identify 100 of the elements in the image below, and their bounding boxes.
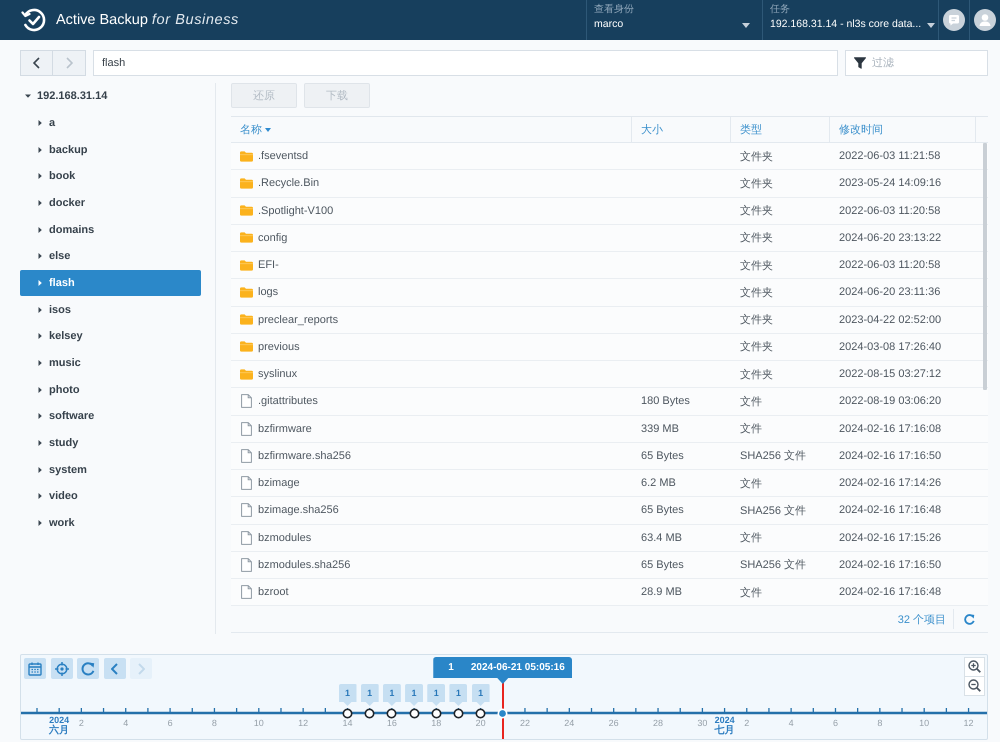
tree-item[interactable]: book [20,162,201,190]
tree-item[interactable]: 192.168.31.14 [20,83,201,110]
snapshot-time: 2024-06-21 05:05:16 [470,662,565,673]
snapshot-dot-icon[interactable] [408,708,420,718]
table-cell-text: 339 MB [640,422,680,437]
table-cell-text: 2022-06-03 11:20:58 [838,204,942,219]
axis-label: 18 [431,718,442,728]
table-cell-text: 6.2 MB [640,476,677,492]
filter-field[interactable]: 过滤 [845,50,988,76]
chevron-left-icon [111,662,118,674]
snapshot-dot-icon[interactable] [386,708,398,718]
tree-item[interactable]: system [20,456,201,483]
dropdown[interactable]: 192.168.31.14 - nl3s core data... [770,16,926,32]
tree-item[interactable]: domains [20,216,201,243]
table-cell-text: 2024-06-20 23:11:36 [838,285,942,300]
file-icon [241,530,252,545]
table-cell-text: 180 Bytes [640,394,691,410]
table-cell-text: 文件 [739,422,763,438]
chevron-left-icon [33,57,40,69]
folder-icon [240,260,253,271]
year-label: 2024 [714,716,735,725]
count-badge: 1 [405,684,424,706]
locate-button[interactable] [50,658,72,679]
calendar-button[interactable] [24,658,46,679]
filter-icon [854,57,866,69]
file-icon [241,394,252,408]
tree-item[interactable]: photo [20,376,201,403]
tree-item[interactable]: work [20,510,201,536]
table-cell-text: 2023-04-22 02:52:00 [838,312,942,328]
snapshot-dot-icon[interactable] [452,708,464,718]
tree-item[interactable]: docker [20,190,201,216]
table-cell-text: 2024-02-16 17:16:08 [838,422,942,437]
tree-item[interactable]: else [20,242,201,270]
tree-item[interactable]: kelsey [20,322,201,350]
axis-label: 16 [386,718,397,728]
refresh-icon [81,662,95,676]
folder-icon [240,150,253,162]
table-cell-text: SHA256 文件 [739,504,808,519]
table-cell: config [258,232,288,244]
axis-label: 14 [342,718,353,728]
axis-label: 20 [476,718,486,728]
tree-item[interactable]: flash [20,270,201,296]
table-cell-text: 文件 [739,586,763,601]
tree-item[interactable]: isos [20,296,201,323]
tree-item[interactable]: study [20,430,201,456]
count-badge: 1 [472,684,490,706]
tree-item[interactable]: software [20,402,201,430]
refresh-button[interactable] [77,658,99,679]
table-cell-text: 65 Bytes [640,448,685,464]
axis-label: 4 [123,718,128,728]
axis-label: 22 [520,718,530,728]
snapshot-dot-icon[interactable] [430,708,442,718]
snapshot-dot-icon[interactable] [475,708,486,718]
axis-label: 4 [788,718,794,728]
table-cell: bzmodules.sha256 [258,558,350,571]
table-cell-text: 28.9 MB [640,585,683,600]
zoom-in-icon [968,660,981,674]
table-cell: .fseventsd [258,150,308,162]
back-button[interactable] [20,50,53,76]
path-field[interactable]: flash [93,50,838,76]
table-cell: bzimage.sha256 [258,504,339,516]
folder-icon [240,232,253,244]
folder-icon [240,178,253,189]
count-badge: 1 [427,684,446,706]
tree-item[interactable]: video [20,482,201,510]
selected-dot-icon[interactable] [497,708,508,718]
table-cell: .Recycle.Bin [258,177,320,190]
scrollbar-thumb[interactable] [983,143,987,390]
tree-item[interactable]: backup [20,136,201,163]
table-cell-text: 2024-03-08 17:26:40 [838,340,942,355]
snapshot-dot-icon[interactable] [342,708,354,718]
table-cell: preclear_reports [258,314,338,326]
table-cell-text: 2024-02-16 17:15:26 [838,530,942,546]
axis-label: 12 [964,718,974,728]
axis-label: 8 [212,718,217,728]
tree-item[interactable]: a [20,110,201,136]
previous-button[interactable] [104,658,126,679]
table-cell-text: 文件夹 [739,204,774,220]
zoom-in-button[interactable] [964,657,985,676]
table-cell-text: 65 Bytes [640,558,685,573]
dropdown[interactable]: marco [594,16,750,32]
table-cell-text: SHA256 文件 [739,448,808,464]
axis-label: 2 [744,718,750,728]
folder-icon [240,286,253,298]
table-cell: .Spotlight-V100 [258,204,334,217]
chevron-right-icon [138,662,144,674]
app-title: Active Backup for Business [56,12,239,28]
snapshot-dot-icon[interactable] [364,708,376,718]
table-cell: previous [258,340,300,353]
table-cell-text: 2024-06-20 23:13:22 [838,230,942,246]
file-icon [241,476,252,490]
axis-label: 6 [168,718,173,728]
table-cell-text: 文件夹 [739,286,774,301]
tree-item[interactable]: music [20,350,201,376]
logo-icon [21,7,47,33]
table-cell-text: 文件 [739,394,763,410]
zoom-out-button[interactable] [964,676,985,696]
crosshair-icon [54,662,68,676]
axis-label: 8 [877,718,882,728]
item-count: 32 个项目 [898,612,946,627]
